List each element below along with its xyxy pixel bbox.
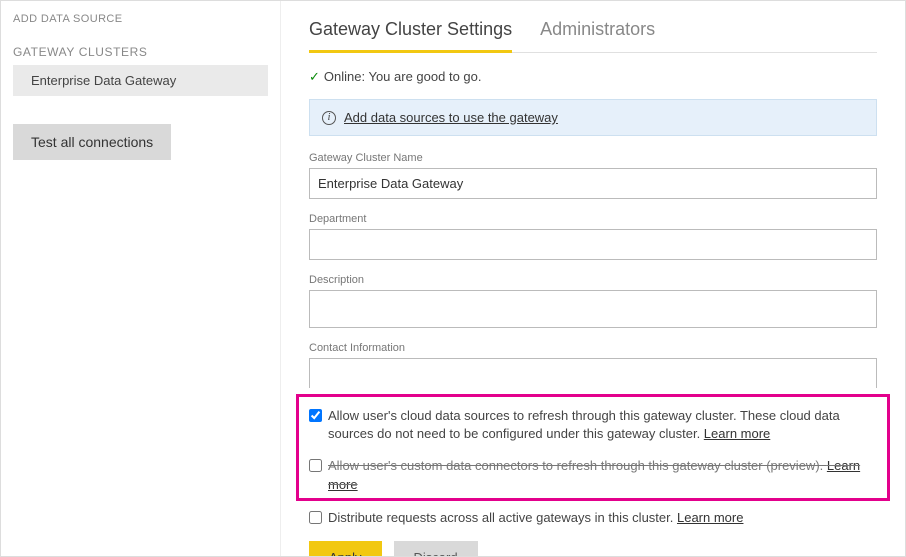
- option-distribute-requests: Distribute requests across all active ga…: [309, 509, 877, 527]
- status-message: Online: You are good to go.: [324, 69, 482, 84]
- gateway-cluster-item[interactable]: Enterprise Data Gateway: [13, 65, 268, 96]
- cloud-refresh-checkbox[interactable]: [309, 409, 322, 422]
- department-label: Department: [309, 213, 877, 225]
- cloud-refresh-label: Allow user's cloud data sources to refre…: [328, 407, 877, 443]
- app-window: ADD DATA SOURCE GATEWAY CLUSTERS Enterpr…: [0, 0, 906, 557]
- info-banner: i Add data sources to use the gateway: [309, 99, 877, 136]
- field-department: Department: [309, 213, 877, 260]
- sidebar: ADD DATA SOURCE GATEWAY CLUSTERS Enterpr…: [1, 1, 281, 556]
- contact-label: Contact Information: [309, 342, 877, 354]
- field-description: Description: [309, 274, 877, 328]
- highlight-box: Allow user's cloud data sources to refre…: [296, 394, 890, 501]
- info-icon: i: [322, 111, 336, 125]
- cloud-learn-more-link[interactable]: Learn more: [704, 426, 770, 441]
- field-contact: Contact Information: [309, 342, 877, 388]
- option-custom-connectors: Allow user's custom data connectors to r…: [309, 457, 877, 493]
- gateway-name-input[interactable]: [309, 168, 877, 199]
- action-bar: Apply Discard: [309, 541, 877, 556]
- checkmark-icon: ✓: [309, 69, 320, 84]
- tab-administrators[interactable]: Administrators: [540, 13, 655, 53]
- description-label: Description: [309, 274, 877, 286]
- test-all-connections-button[interactable]: Test all connections: [13, 124, 171, 160]
- discard-button[interactable]: Discard: [394, 541, 478, 556]
- gateway-name-label: Gateway Cluster Name: [309, 152, 877, 164]
- contact-input[interactable]: [309, 358, 877, 388]
- apply-button[interactable]: Apply: [309, 541, 382, 556]
- custom-connectors-label: Allow user's custom data connectors to r…: [328, 457, 877, 493]
- add-data-source-link[interactable]: ADD DATA SOURCE: [13, 13, 268, 25]
- gateway-clusters-heading: GATEWAY CLUSTERS: [13, 45, 268, 59]
- distribute-checkbox[interactable]: [309, 511, 322, 524]
- custom-connectors-checkbox[interactable]: [309, 459, 322, 472]
- description-input[interactable]: [309, 290, 877, 328]
- main-panel: Gateway Cluster Settings Administrators …: [281, 1, 905, 556]
- option-cloud-refresh: Allow user's cloud data sources to refre…: [309, 407, 877, 443]
- tab-gateway-cluster-settings[interactable]: Gateway Cluster Settings: [309, 13, 512, 53]
- distribute-learn-more-link[interactable]: Learn more: [677, 510, 743, 525]
- tab-bar: Gateway Cluster Settings Administrators: [309, 13, 877, 53]
- status-text: ✓ Online: You are good to go.: [309, 69, 877, 85]
- field-gateway-name: Gateway Cluster Name: [309, 152, 877, 199]
- distribute-label: Distribute requests across all active ga…: [328, 509, 743, 527]
- add-data-sources-link[interactable]: Add data sources to use the gateway: [344, 110, 558, 125]
- department-input[interactable]: [309, 229, 877, 260]
